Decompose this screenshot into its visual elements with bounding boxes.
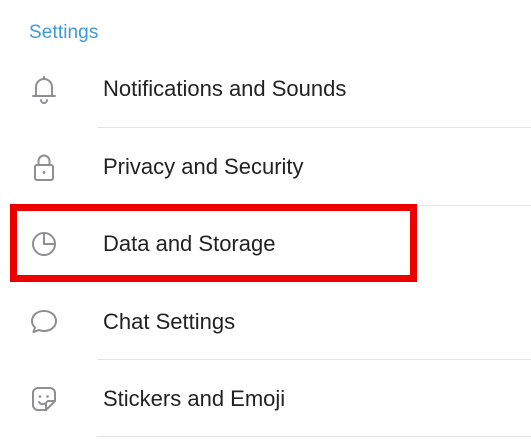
settings-section-title: Settings xyxy=(29,22,99,43)
sticker-icon xyxy=(26,381,62,417)
settings-item-label: Notifications and Sounds xyxy=(103,75,347,101)
settings-item-privacy[interactable]: Privacy and Security xyxy=(0,128,531,205)
settings-item-chat[interactable]: Chat Settings xyxy=(0,283,531,360)
settings-item-label: Stickers and Emoji xyxy=(103,385,286,411)
settings-item-data-storage[interactable]: Data and Storage xyxy=(0,205,531,282)
divider xyxy=(97,436,531,437)
settings-item-notifications[interactable]: Notifications and Sounds xyxy=(0,50,531,127)
settings-item-stickers[interactable]: Stickers and Emoji xyxy=(0,360,531,437)
pie-chart-icon xyxy=(26,226,62,262)
bell-icon xyxy=(26,71,62,107)
chat-bubble-icon xyxy=(26,304,62,340)
settings-item-label: Chat Settings xyxy=(103,308,236,334)
lock-icon xyxy=(26,149,62,185)
settings-item-label: Privacy and Security xyxy=(103,153,304,179)
settings-item-label: Data and Storage xyxy=(103,230,276,256)
